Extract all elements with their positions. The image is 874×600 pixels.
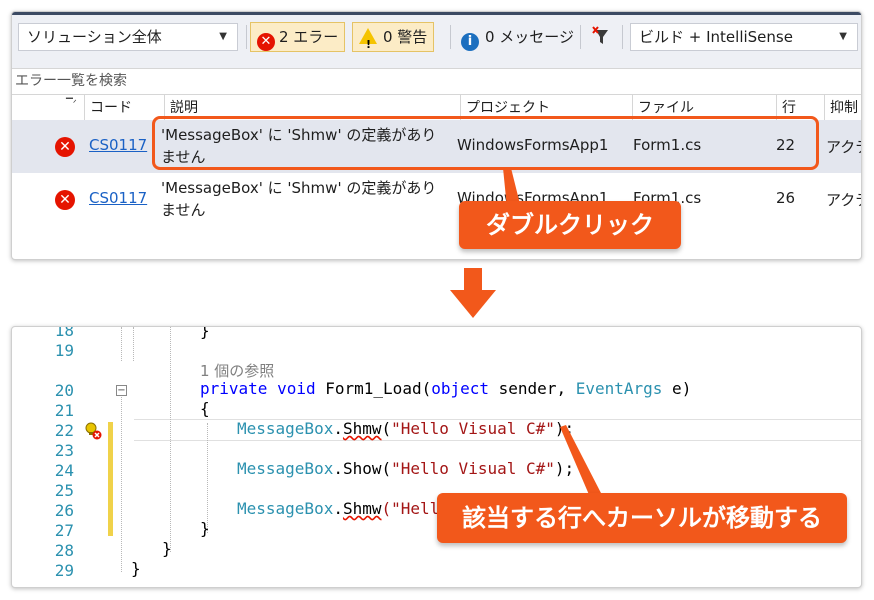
- line-number: 27: [54, 521, 74, 540]
- line-number: 29: [54, 561, 74, 580]
- line-number: 20: [54, 381, 74, 400]
- collapse-icon[interactable]: −: [116, 385, 127, 396]
- column-header-code-label: コード: [90, 100, 132, 116]
- lightbulb-icon[interactable]: [84, 421, 104, 443]
- scope-dropdown-value: ソリューション全体: [27, 28, 162, 46]
- code-brace: }: [131, 559, 141, 578]
- code-dot: .: [333, 499, 343, 518]
- filter-icon: [592, 26, 608, 44]
- column-header-project-label: プロジェクト: [466, 100, 550, 116]
- type-messagebox: MessageBox: [237, 459, 334, 478]
- warnings-filter-label: 0 警告: [383, 28, 428, 46]
- search-placeholder: エラー一覧を検索: [15, 73, 127, 89]
- error-description: 'MessageBox' に 'Shmw' の定義がありません: [161, 179, 437, 219]
- error-code-link[interactable]: CS0117: [89, 136, 147, 154]
- param-sender: sender,: [489, 379, 576, 398]
- code-line-24: MessageBox.Show("Hello Visual C#");: [237, 459, 574, 479]
- line-number: 22: [54, 421, 74, 440]
- build-source-dropdown[interactable]: ビルド + IntelliSense ▼: [630, 23, 858, 51]
- column-header-file-label: ファイル: [638, 100, 694, 116]
- error-suppression: アクテ: [826, 138, 861, 156]
- codelens-references[interactable]: 1 個の参照: [200, 361, 274, 381]
- info-icon: i: [461, 33, 479, 51]
- line-number: 26: [54, 501, 74, 520]
- build-source-value: ビルド + IntelliSense: [639, 28, 793, 46]
- indent-guide: [133, 327, 134, 361]
- double-click-callout: ダブルクリック: [459, 201, 681, 249]
- error-list-toolbar: ソリューション全体 ▼ ✕ 2 エラー ! 0 警告 i 0 メッセージ ビルド + …: [12, 15, 861, 68]
- highlight-box: [152, 116, 819, 170]
- column-header-icon[interactable]: ▔ᐟ: [46, 95, 84, 123]
- toolbar-separator: [580, 25, 581, 49]
- keyword-private: private: [200, 379, 268, 398]
- line-number: 25: [54, 481, 74, 500]
- error-code-link[interactable]: CS0117: [89, 189, 147, 207]
- indent-guide: [207, 423, 208, 533]
- code-line-22: MessageBox.Shmw("Hello Visual C#");: [237, 419, 574, 439]
- error-row[interactable]: ✕ CS0117 'MessageBox' に 'Shmw' の定義がありません…: [12, 173, 861, 226]
- method-name: Form1_Load(: [325, 379, 432, 398]
- error-line: 26: [776, 189, 796, 207]
- down-arrow-icon: [450, 268, 496, 318]
- toolbar-separator: [246, 25, 247, 49]
- column-header-suppression[interactable]: 抑制: [824, 95, 861, 123]
- column-header-line-label: 行: [782, 100, 796, 116]
- code-dot: .: [333, 419, 343, 438]
- param-e: e): [662, 379, 692, 398]
- cursor-moves-callout: 該当する行へカーソルが移動する: [437, 493, 847, 543]
- method-signature: private void Form1_Load(object sender, E…: [200, 379, 691, 399]
- outline-guide: [121, 327, 122, 361]
- code-brace: {: [200, 399, 210, 418]
- error-icon: ✕: [257, 33, 275, 51]
- callout-pointer: [560, 425, 602, 497]
- line-number: 21: [54, 401, 74, 420]
- line-number: 18: [54, 326, 74, 340]
- line-number: 28: [54, 541, 74, 560]
- warnings-filter-button[interactable]: ! 0 警告: [352, 22, 435, 52]
- column-header-description-label: 説明: [170, 100, 198, 116]
- chevron-down-icon: ▼: [219, 31, 227, 42]
- toolbar-separator: [622, 25, 623, 49]
- code-brace: }: [162, 539, 172, 558]
- messages-filter-button[interactable]: i 0 メッセージ: [454, 22, 581, 52]
- errors-filter-label: 2 エラー: [279, 28, 339, 46]
- line-number: 23: [54, 441, 74, 460]
- warning-icon: !: [359, 28, 377, 51]
- column-header-suppression-label: 抑制: [830, 100, 858, 116]
- method-show: .Show(: [333, 459, 392, 478]
- code-line-26: MessageBox.Shmw("Hello: [237, 499, 449, 519]
- change-tracking-bar: [108, 422, 113, 536]
- keyword-object: object: [431, 379, 490, 398]
- indent-guide: [170, 327, 171, 552]
- code-paren: (: [381, 419, 392, 438]
- type-messagebox: MessageBox: [237, 419, 334, 438]
- column-header-code[interactable]: コード: [84, 95, 156, 123]
- errors-filter-button[interactable]: ✕ 2 エラー: [250, 22, 346, 52]
- code-editor[interactable]: 18 19 20 21 22 23 24 25 26 27 28 29 − } …: [11, 326, 862, 588]
- outline-guide: [121, 397, 122, 572]
- string-literal: "Hello Visual C#": [391, 459, 555, 478]
- code-brace: }: [200, 326, 210, 340]
- error-icon: ✕: [55, 137, 75, 157]
- chevron-down-icon: ▼: [839, 31, 847, 42]
- error-icon: ✕: [55, 190, 75, 210]
- type-eventargs: EventArgs: [575, 379, 663, 398]
- scope-dropdown[interactable]: ソリューション全体 ▼: [18, 23, 238, 51]
- sort-icon: ▔ᐟ: [66, 99, 77, 109]
- keyword-void: void: [277, 379, 316, 398]
- line-number: 19: [54, 341, 74, 360]
- error-method-shmw: Shmw: [342, 419, 382, 438]
- toolbar-separator: [450, 25, 451, 49]
- line-number: 24: [54, 461, 74, 480]
- error-suppression: アクテ: [826, 191, 861, 209]
- string-literal: "Hello Visual C#": [391, 419, 555, 438]
- type-messagebox: MessageBox: [237, 499, 334, 518]
- filter-button[interactable]: [586, 22, 616, 52]
- code-brace: }: [200, 519, 210, 538]
- error-method-shmw: Shmw: [342, 499, 382, 518]
- messages-filter-label: 0 メッセージ: [485, 28, 575, 46]
- error-list-search[interactable]: エラー一覧を検索: [12, 68, 861, 95]
